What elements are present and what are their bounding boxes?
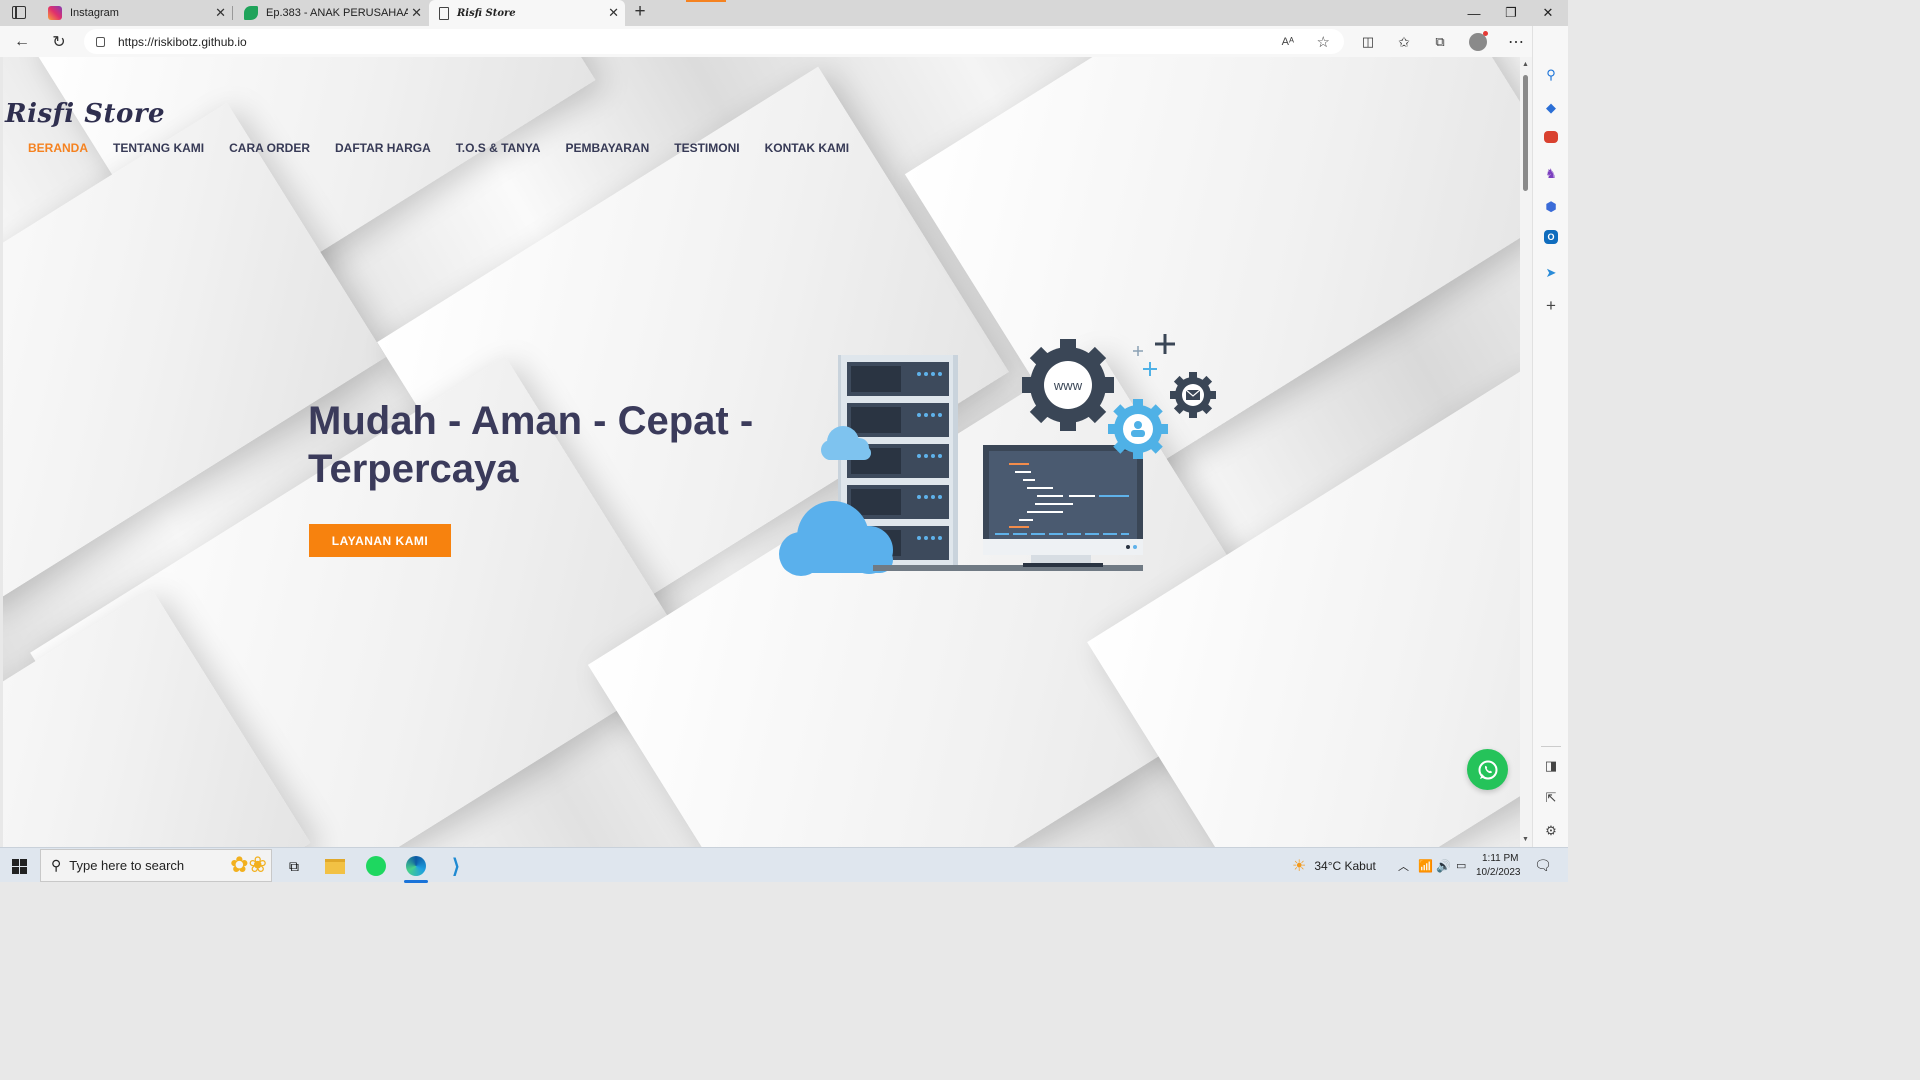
outlook-icon[interactable]: O bbox=[1544, 230, 1558, 244]
scroll-up-arrow[interactable]: ▲ bbox=[1522, 61, 1529, 68]
edge-active-indicator bbox=[404, 880, 428, 883]
show-hidden-icons-icon[interactable]: ︿ bbox=[1398, 848, 1409, 883]
hero-server-illustration: www bbox=[779, 334, 1216, 576]
tab-youtube-video[interactable]: Ep.383 - ANAK PERUSAHAAN KE ✕ bbox=[234, 0, 428, 26]
nav-beranda[interactable]: BERANDA bbox=[28, 141, 88, 155]
windows-taskbar: ⚲ Type here to search ✿❀ ⧉ ⟩ ☀ 34°C Kabu… bbox=[0, 847, 1568, 883]
taskbar-search-box[interactable]: ⚲ Type here to search ✿❀ bbox=[40, 849, 272, 882]
browser-toolbar: ← ↻ https://riskibotz.github.io Aᴬ ☆ ◫ ✩… bbox=[0, 26, 1568, 57]
close-icon[interactable]: ✕ bbox=[608, 5, 619, 21]
more-options-icon[interactable]: ⋯ bbox=[1504, 30, 1528, 54]
clock-date: 10/2/2023 bbox=[1476, 866, 1521, 878]
close-icon[interactable]: ✕ bbox=[215, 5, 226, 21]
instagram-icon bbox=[48, 6, 62, 20]
www-gear-label: www bbox=[1053, 378, 1083, 393]
close-window-button[interactable]: ✕ bbox=[1530, 0, 1566, 26]
search-placeholder: Type here to search bbox=[69, 858, 185, 873]
tools-briefcase-icon[interactable] bbox=[1544, 131, 1558, 143]
add-sidebar-app-icon[interactable]: + bbox=[1541, 296, 1561, 316]
shopping-tag-icon[interactable]: ◆ bbox=[1541, 98, 1561, 118]
green-leaf-icon bbox=[244, 6, 258, 20]
hero-headline: Mudah - Aman - Cepat - Terpercaya bbox=[308, 399, 754, 491]
collections-icon[interactable]: ⧉ bbox=[1428, 30, 1452, 54]
task-view-icon[interactable]: ⧉ bbox=[279, 851, 309, 881]
address-bar[interactable]: https://riskibotz.github.io Aᴬ ☆ bbox=[84, 29, 1344, 54]
web-page: Risfi Store BERANDA TENTANG KAMI CARA OR… bbox=[3, 57, 1520, 847]
tab-actions-icon[interactable] bbox=[12, 6, 26, 19]
layanan-kami-button[interactable]: LAYANAN KAMI bbox=[309, 524, 451, 557]
split-screen-icon[interactable]: ◫ bbox=[1356, 30, 1380, 54]
settings-gear-icon[interactable]: ⚙ bbox=[1541, 821, 1561, 841]
tab-title: Risfi Store bbox=[457, 7, 516, 19]
tab-loading-indicator bbox=[686, 0, 726, 2]
network-wifi-icon[interactable]: 📶 bbox=[1418, 848, 1433, 883]
restore-button[interactable]: ❐ bbox=[1493, 0, 1529, 26]
spotify-icon[interactable] bbox=[361, 851, 391, 881]
url-text: https://riskibotz.github.io bbox=[118, 34, 247, 49]
search-icon: ⚲ bbox=[51, 857, 62, 873]
tab-title: Ep.383 - ANAK PERUSAHAAN KE bbox=[266, 7, 408, 19]
favorite-star-icon[interactable]: ☆ bbox=[1317, 33, 1330, 51]
games-icon[interactable]: ♞ bbox=[1541, 164, 1561, 184]
clock[interactable]: 1:11 PM 10/2/2023 bbox=[1476, 848, 1521, 883]
volume-icon[interactable]: 🔊 bbox=[1436, 848, 1451, 883]
browser-tab-strip: Instagram ✕ Ep.383 - ANAK PERUSAHAAN KE … bbox=[0, 0, 1568, 26]
minimize-button[interactable]: — bbox=[1456, 0, 1492, 26]
tab-title: Instagram bbox=[70, 7, 119, 19]
weather-widget[interactable]: ☀ 34°C Kabut bbox=[1292, 848, 1376, 883]
main-navigation: BERANDA TENTANG KAMI CARA ORDER DAFTAR H… bbox=[28, 141, 874, 155]
scrollbar-thumb[interactable] bbox=[1523, 75, 1528, 191]
scroll-down-arrow[interactable]: ▼ bbox=[1522, 836, 1529, 843]
back-button[interactable]: ← bbox=[10, 30, 34, 54]
read-aloud-icon[interactable]: Aᴬ bbox=[1282, 36, 1294, 48]
tab-instagram[interactable]: Instagram ✕ bbox=[38, 0, 233, 26]
nav-daftar-harga[interactable]: DAFTAR HARGA bbox=[335, 141, 431, 155]
new-tab-button[interactable]: + bbox=[630, 2, 650, 22]
battery-icon[interactable]: ▭ bbox=[1456, 848, 1466, 883]
site-logo[interactable]: Risfi Store bbox=[5, 99, 165, 129]
lock-icon bbox=[96, 36, 105, 47]
page-scrollbar[interactable]: ▲ ▼ bbox=[1520, 57, 1532, 847]
open-external-icon[interactable]: ⇱ bbox=[1541, 788, 1561, 808]
whatsapp-button[interactable] bbox=[1467, 749, 1508, 790]
nav-pembayaran[interactable]: PEMBAYARAN bbox=[565, 141, 649, 155]
microsoft-365-icon[interactable]: ⬢ bbox=[1541, 197, 1561, 217]
search-icon[interactable]: ⚲ bbox=[1541, 65, 1561, 85]
nav-testimoni[interactable]: TESTIMONI bbox=[674, 141, 739, 155]
nav-kontak-kami[interactable]: KONTAK KAMI bbox=[765, 141, 849, 155]
nav-tos-tanya[interactable]: T.O.S & TANYA bbox=[456, 141, 541, 155]
clock-time: 1:11 PM bbox=[1482, 852, 1519, 864]
favorites-icon[interactable]: ✩ bbox=[1392, 30, 1416, 54]
sidebar-layout-icon[interactable]: ◨ bbox=[1541, 756, 1561, 776]
whatsapp-icon bbox=[1478, 760, 1497, 779]
edge-browser-icon[interactable] bbox=[401, 851, 431, 881]
vscode-icon[interactable]: ⟩ bbox=[441, 851, 471, 881]
close-icon[interactable]: ✕ bbox=[411, 5, 422, 21]
file-explorer-icon[interactable] bbox=[320, 851, 350, 881]
drop-send-icon[interactable]: ➤ bbox=[1541, 263, 1561, 283]
nav-tentang-kami[interactable]: TENTANG KAMI bbox=[113, 141, 204, 155]
page-icon bbox=[439, 6, 449, 20]
flowers-highlight-icon: ✿❀ bbox=[230, 852, 267, 877]
weather-sun-icon: ☀ bbox=[1292, 857, 1307, 875]
nav-cara-order[interactable]: CARA ORDER bbox=[229, 141, 310, 155]
weather-text: 34°C Kabut bbox=[1314, 858, 1376, 873]
profile-avatar[interactable] bbox=[1466, 30, 1490, 54]
refresh-button[interactable]: ↻ bbox=[47, 30, 71, 54]
windows-start-icon[interactable] bbox=[4, 851, 34, 881]
edge-sidebar: ⚲ ◆ ♞ ⬢ O ➤ + ◨ ⇱ ⚙ bbox=[1532, 26, 1568, 847]
tab-risfi-store[interactable]: Risfi Store ✕ bbox=[429, 0, 625, 26]
notification-center-icon[interactable]: 🗨 bbox=[1534, 848, 1552, 883]
